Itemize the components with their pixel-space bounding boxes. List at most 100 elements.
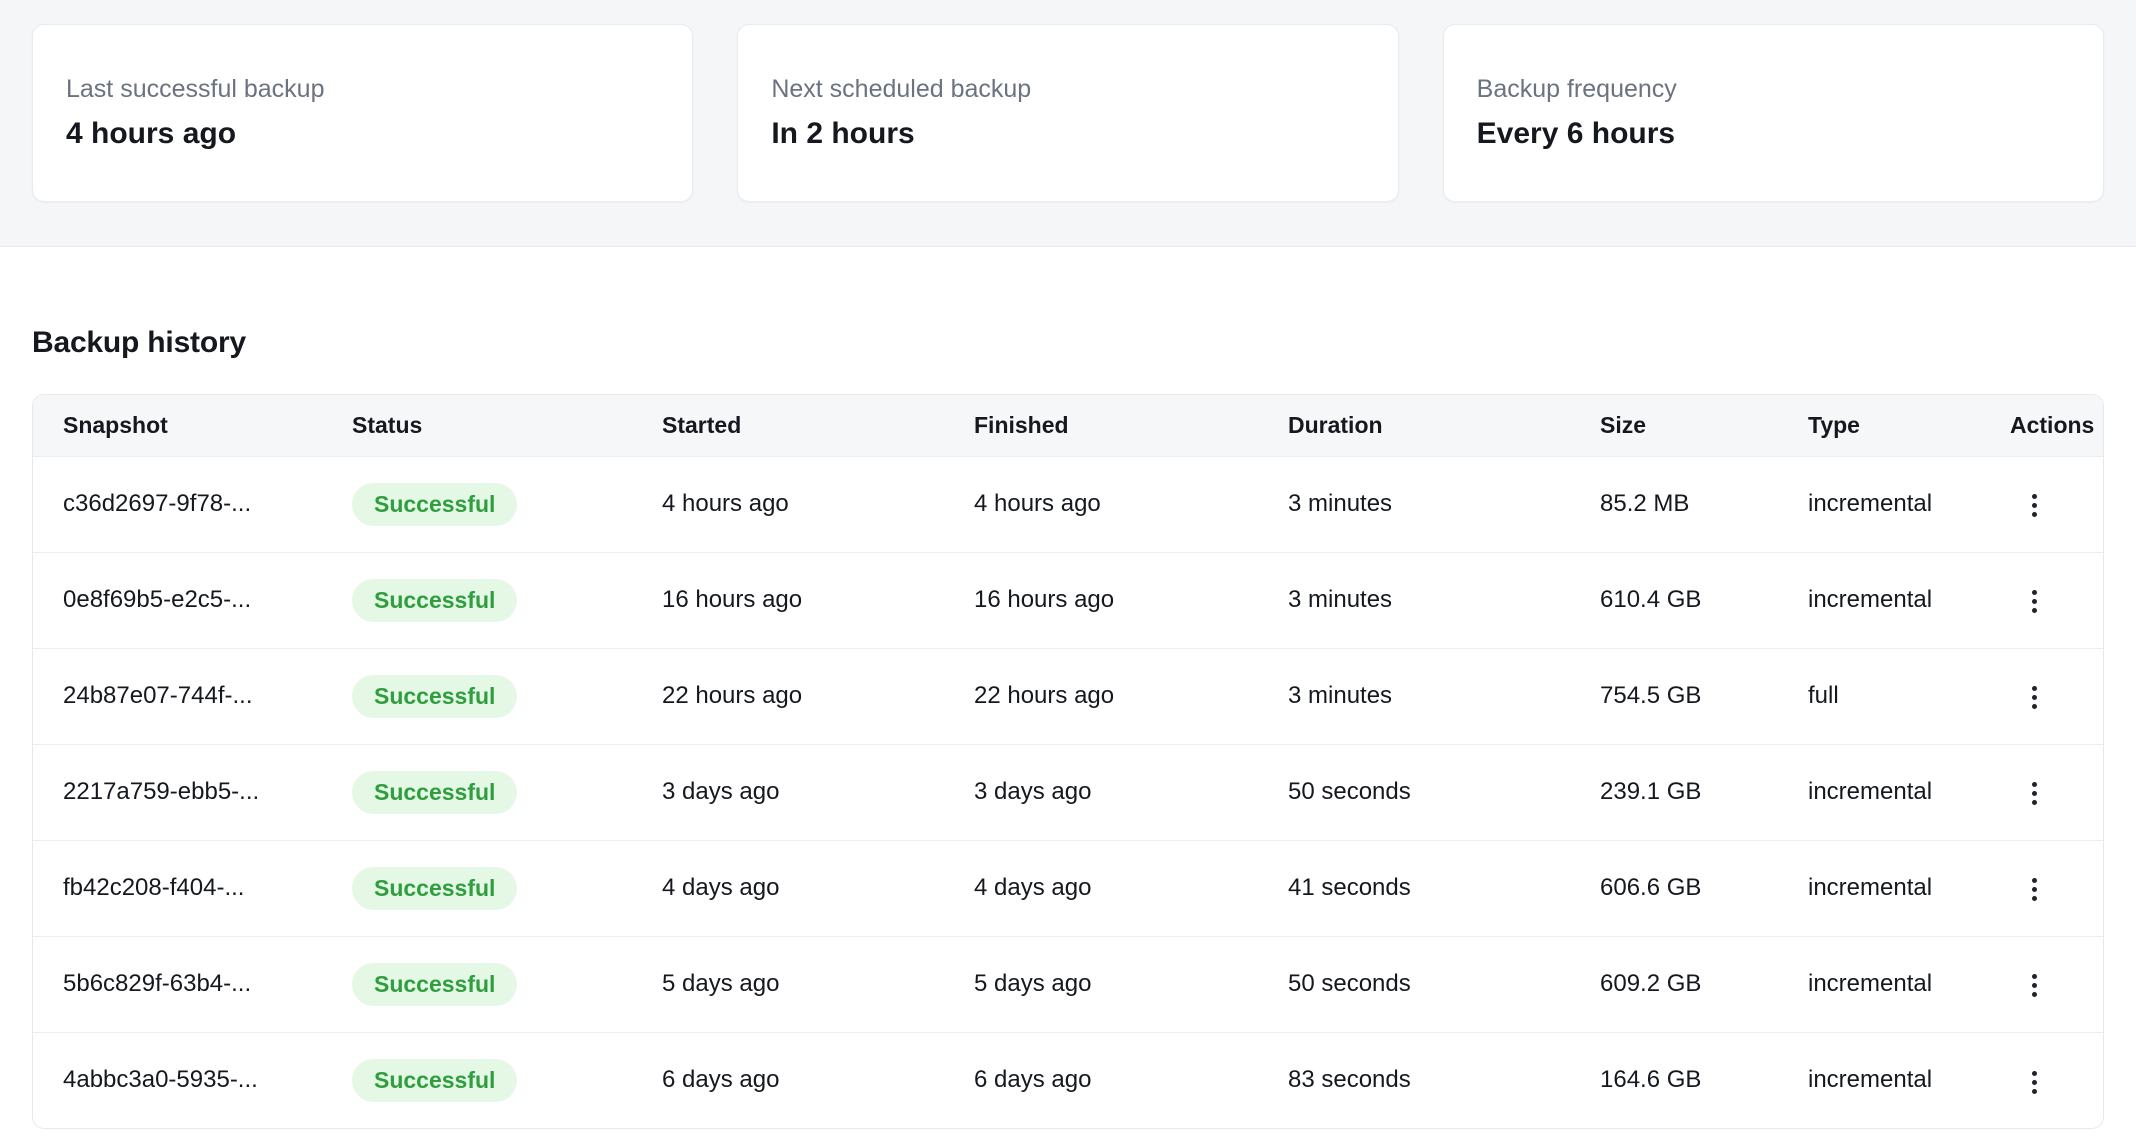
type-cell: incremental <box>1778 840 1980 936</box>
duration-cell: 83 seconds <box>1258 1032 1570 1128</box>
type-cell: full <box>1778 648 1980 744</box>
row-actions-button[interactable] <box>2010 866 2058 914</box>
stat-label: Backup frequency <box>1477 74 2070 105</box>
size-cell: 754.5 GB <box>1570 648 1778 744</box>
row-actions-button[interactable] <box>2010 578 2058 626</box>
backup-history-section: Backup history Snapshot Status Started F… <box>0 325 2136 1129</box>
actions-cell <box>1980 936 2103 1032</box>
status-cell: Successful <box>322 840 632 936</box>
kebab-menu-icon <box>2032 494 2037 499</box>
kebab-menu-icon <box>2032 782 2037 787</box>
type-cell: incremental <box>1778 552 1980 648</box>
duration-cell: 3 minutes <box>1258 552 1570 648</box>
status-cell: Successful <box>322 744 632 840</box>
status-cell: Successful <box>322 552 632 648</box>
row-actions-button[interactable] <box>2010 482 2058 530</box>
stat-card-next-scheduled-backup: Next scheduled backup In 2 hours <box>737 24 1398 202</box>
size-cell: 610.4 GB <box>1570 552 1778 648</box>
finished-cell: 6 days ago <box>944 1032 1258 1128</box>
table-row: fb42c208-f404-... Successful 4 days ago … <box>33 840 2103 936</box>
snapshot-cell: 4abbc3a0-5935-... <box>33 1032 322 1128</box>
actions-cell <box>1980 648 2103 744</box>
row-actions-button[interactable] <box>2010 770 2058 818</box>
row-actions-button[interactable] <box>2010 674 2058 722</box>
column-header-duration: Duration <box>1258 395 1570 456</box>
started-cell: 5 days ago <box>632 936 944 1032</box>
size-cell: 164.6 GB <box>1570 1032 1778 1128</box>
actions-cell <box>1980 840 2103 936</box>
finished-cell: 16 hours ago <box>944 552 1258 648</box>
snapshot-cell: 2217a759-ebb5-... <box>33 744 322 840</box>
actions-cell <box>1980 552 2103 648</box>
started-cell: 16 hours ago <box>632 552 944 648</box>
snapshot-cell: c36d2697-9f78-... <box>33 456 322 552</box>
status-cell: Successful <box>322 1032 632 1128</box>
backup-history-table: Snapshot Status Started Finished Duratio… <box>32 394 2104 1129</box>
actions-cell <box>1980 1032 2103 1128</box>
column-header-started: Started <box>632 395 944 456</box>
status-badge: Successful <box>352 675 517 718</box>
finished-cell: 22 hours ago <box>944 648 1258 744</box>
size-cell: 239.1 GB <box>1570 744 1778 840</box>
status-badge: Successful <box>352 579 517 622</box>
stat-label: Next scheduled backup <box>771 74 1364 105</box>
type-cell: incremental <box>1778 936 1980 1032</box>
kebab-menu-icon <box>2032 974 2037 979</box>
table-row: 0e8f69b5-e2c5-... Successful 16 hours ag… <box>33 552 2103 648</box>
stat-label: Last successful backup <box>66 74 659 105</box>
status-badge: Successful <box>352 771 517 814</box>
column-header-type: Type <box>1778 395 1980 456</box>
duration-cell: 41 seconds <box>1258 840 1570 936</box>
snapshot-cell: fb42c208-f404-... <box>33 840 322 936</box>
started-cell: 3 days ago <box>632 744 944 840</box>
table-row: c36d2697-9f78-... Successful 4 hours ago… <box>33 456 2103 552</box>
finished-cell: 3 days ago <box>944 744 1258 840</box>
status-cell: Successful <box>322 648 632 744</box>
finished-cell: 4 days ago <box>944 840 1258 936</box>
column-header-actions: Actions <box>1980 395 2103 456</box>
duration-cell: 3 minutes <box>1258 456 1570 552</box>
kebab-menu-icon <box>2032 1071 2037 1076</box>
stat-cards: Last successful backup 4 hours ago Next … <box>32 24 2104 202</box>
table-header-row: Snapshot Status Started Finished Duratio… <box>33 395 2103 456</box>
started-cell: 6 days ago <box>632 1032 944 1128</box>
type-cell: incremental <box>1778 744 1980 840</box>
size-cell: 85.2 MB <box>1570 456 1778 552</box>
size-cell: 609.2 GB <box>1570 936 1778 1032</box>
stat-card-last-successful-backup: Last successful backup 4 hours ago <box>32 24 693 202</box>
stat-value: In 2 hours <box>771 116 1364 152</box>
duration-cell: 3 minutes <box>1258 648 1570 744</box>
kebab-menu-icon <box>2032 686 2037 691</box>
kebab-menu-icon <box>2032 590 2037 595</box>
stat-value: 4 hours ago <box>66 116 659 152</box>
snapshot-cell: 5b6c829f-63b4-... <box>33 936 322 1032</box>
row-actions-button[interactable] <box>2010 1058 2058 1106</box>
status-badge: Successful <box>352 1059 517 1102</box>
started-cell: 4 hours ago <box>632 456 944 552</box>
page-title: Backup history <box>32 325 2104 361</box>
column-header-status: Status <box>322 395 632 456</box>
started-cell: 22 hours ago <box>632 648 944 744</box>
stat-card-backup-frequency: Backup frequency Every 6 hours <box>1443 24 2104 202</box>
table-row: 24b87e07-744f-... Successful 22 hours ag… <box>33 648 2103 744</box>
row-actions-button[interactable] <box>2010 962 2058 1010</box>
snapshot-cell: 24b87e07-744f-... <box>33 648 322 744</box>
snapshot-cell: 0e8f69b5-e2c5-... <box>33 552 322 648</box>
status-badge: Successful <box>352 867 517 910</box>
duration-cell: 50 seconds <box>1258 744 1570 840</box>
actions-cell <box>1980 744 2103 840</box>
type-cell: incremental <box>1778 1032 1980 1128</box>
kebab-menu-icon <box>2032 878 2037 883</box>
status-badge: Successful <box>352 483 517 526</box>
finished-cell: 5 days ago <box>944 936 1258 1032</box>
status-cell: Successful <box>322 456 632 552</box>
type-cell: incremental <box>1778 456 1980 552</box>
column-header-finished: Finished <box>944 395 1258 456</box>
actions-cell <box>1980 456 2103 552</box>
size-cell: 606.6 GB <box>1570 840 1778 936</box>
duration-cell: 50 seconds <box>1258 936 1570 1032</box>
table-row: 5b6c829f-63b4-... Successful 5 days ago … <box>33 936 2103 1032</box>
table-row: 4abbc3a0-5935-... Successful 6 days ago … <box>33 1032 2103 1128</box>
started-cell: 4 days ago <box>632 840 944 936</box>
status-cell: Successful <box>322 936 632 1032</box>
